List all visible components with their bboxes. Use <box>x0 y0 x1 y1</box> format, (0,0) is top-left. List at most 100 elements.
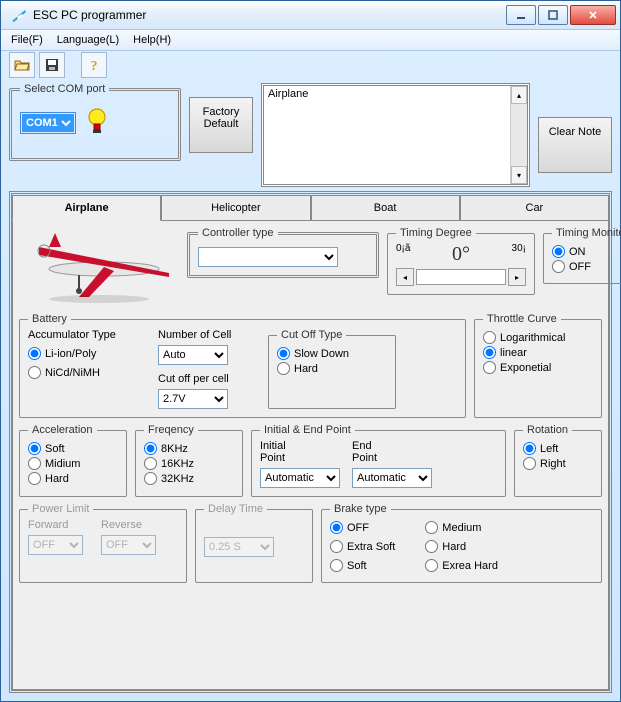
brake-extrasoft[interactable]: Extra Soft <box>330 540 395 553</box>
delay-select: 0.25 S <box>204 537 274 557</box>
rot-left[interactable]: Left <box>523 442 593 455</box>
svg-text:?: ? <box>91 59 98 73</box>
note-textarea[interactable]: Airplane ▴ ▾ <box>261 83 530 187</box>
factory-default-button[interactable]: Factory Default <box>189 97 253 153</box>
power-limit-legend: Power Limit <box>28 503 93 515</box>
tab-airplane[interactable]: Airplane <box>12 195 161 221</box>
tab-car[interactable]: Car <box>460 195 609 221</box>
tab-helicopter[interactable]: Helicopter <box>161 195 310 221</box>
throttle-lin[interactable]: linear <box>483 346 593 359</box>
com-port-select[interactable]: COM1 <box>22 114 74 132</box>
accel-hard[interactable]: Hard <box>28 472 118 485</box>
tmon-on[interactable]: ON <box>552 245 621 258</box>
throttle-legend: Throttle Curve <box>483 313 561 325</box>
menu-file[interactable]: File(F) <box>5 32 49 48</box>
freq-32[interactable]: 32KHz <box>144 472 234 485</box>
cells-legend: Number of Cell <box>158 329 258 341</box>
accel-mid[interactable]: Midium <box>28 457 118 470</box>
rev-select: OFF <box>101 535 156 555</box>
cutofftype-group: Cut Off Type Slow Down Hard <box>268 329 396 409</box>
controller-type-group: Controller type <box>187 227 379 278</box>
accel-legend: Acceleration <box>28 424 97 436</box>
accum-li[interactable]: Li-ion/Poly <box>28 347 148 360</box>
timing-max: 30¡ <box>512 243 526 266</box>
app-window: ESC PC programmer File(F) Language(L) He… <box>0 0 621 702</box>
brake-off[interactable]: OFF <box>330 521 395 534</box>
end-select[interactable]: Automatic <box>352 468 432 488</box>
throttle-log[interactable]: Logarithmical <box>483 331 593 344</box>
brake-group: Brake type OFF Extra Soft Soft Medium Ha… <box>321 503 602 583</box>
accel-soft[interactable]: Soft <box>28 442 118 455</box>
menubar: File(F) Language(L) Help(H) <box>1 29 620 51</box>
battery-group: Battery Accumulator Type Li-ion/Poly NiC… <box>19 313 466 418</box>
airplane-image <box>19 227 179 307</box>
timing-monitor-group: Timing Monitor ON OFF <box>543 227 621 284</box>
note-text: Airplane <box>268 88 308 100</box>
slider-left-icon[interactable]: ◂ <box>396 268 414 286</box>
controller-type-legend: Controller type <box>198 227 278 239</box>
timing-slider[interactable]: ◂▸ <box>396 268 526 286</box>
menu-help[interactable]: Help(H) <box>127 32 177 48</box>
brake-legend: Brake type <box>330 503 391 515</box>
timing-degree-group: Timing Degree 0¡ã0°30¡ ◂▸ <box>387 227 535 295</box>
rot-right[interactable]: Right <box>523 457 593 470</box>
cutoff-slow[interactable]: Slow Down <box>277 347 387 360</box>
timing-degree-legend: Timing Degree <box>396 227 476 239</box>
brake-medium[interactable]: Medium <box>425 521 498 534</box>
cutoffper-legend: Cut off per cell <box>158 373 258 385</box>
init-select[interactable]: Automatic <box>260 468 340 488</box>
tab-boat[interactable]: Boat <box>311 195 460 221</box>
save-button[interactable] <box>39 52 65 78</box>
throttle-group: Throttle Curve Logarithmical linear Expo… <box>474 313 602 418</box>
menu-language[interactable]: Language(L) <box>51 32 125 48</box>
power-limit-group: Power Limit ForwardOFF ReverseOFF <box>19 503 187 583</box>
window-buttons <box>506 5 616 25</box>
accum-legend: Accumulator Type <box>28 329 148 341</box>
accel-group: Acceleration Soft Midium Hard <box>19 424 127 497</box>
timing-value: 0° <box>452 243 470 266</box>
app-icon <box>11 7 27 23</box>
content: Select COM port COM1 Factory Default Air… <box>1 79 620 701</box>
bulb-icon <box>86 107 108 138</box>
note-scrollbar[interactable]: ▴ ▾ <box>510 86 527 184</box>
brake-exreahard[interactable]: Exrea Hard <box>425 559 498 572</box>
tmon-off[interactable]: OFF <box>552 260 621 273</box>
brake-hard[interactable]: Hard <box>425 540 498 553</box>
cells-select[interactable]: Auto <box>158 345 228 365</box>
rotation-legend: Rotation <box>523 424 572 436</box>
toolbar: ? <box>1 51 620 79</box>
freq-16[interactable]: 16KHz <box>144 457 234 470</box>
open-button[interactable] <box>9 52 35 78</box>
clear-note-button[interactable]: Clear Note <box>538 117 612 173</box>
freq-legend: Freqency <box>144 424 198 436</box>
init-label: Initial Point <box>260 440 320 464</box>
rev-label: Reverse <box>101 519 156 531</box>
initend-legend: Initial & End Point <box>260 424 355 436</box>
end-label: End Point <box>352 440 412 464</box>
rotation-group: Rotation Left Right <box>514 424 602 497</box>
slider-right-icon[interactable]: ▸ <box>508 268 526 286</box>
maximize-button[interactable] <box>538 5 568 25</box>
initend-group: Initial & End Point Initial Point Automat… <box>251 424 506 497</box>
cutofftype-legend: Cut Off Type <box>277 329 346 341</box>
freq-8[interactable]: 8KHz <box>144 442 234 455</box>
controller-type-select[interactable] <box>198 247 338 267</box>
window-title: ESC PC programmer <box>33 8 506 22</box>
timing-monitor-legend: Timing Monitor <box>552 227 621 239</box>
scroll-up-icon[interactable]: ▴ <box>511 86 527 104</box>
scroll-down-icon[interactable]: ▾ <box>511 166 527 184</box>
delay-group: Delay Time 0.25 S <box>195 503 313 583</box>
delay-legend: Delay Time <box>204 503 267 515</box>
battery-legend: Battery <box>28 313 71 325</box>
titlebar: ESC PC programmer <box>1 1 620 29</box>
minimize-button[interactable] <box>506 5 536 25</box>
com-port-legend: Select COM port <box>20 83 109 95</box>
throttle-exp[interactable]: Exponetial <box>483 361 593 374</box>
close-button[interactable] <box>570 5 616 25</box>
cutoff-hard[interactable]: Hard <box>277 362 387 375</box>
brake-soft[interactable]: Soft <box>330 559 395 572</box>
accum-ni[interactable]: NiCd/NiMH <box>28 366 148 379</box>
cutoffper-select[interactable]: 2.7V <box>158 389 228 409</box>
help-button[interactable]: ? <box>81 52 107 78</box>
mode-tabs: Airplane Helicopter Boat Car Controller … <box>9 191 612 693</box>
